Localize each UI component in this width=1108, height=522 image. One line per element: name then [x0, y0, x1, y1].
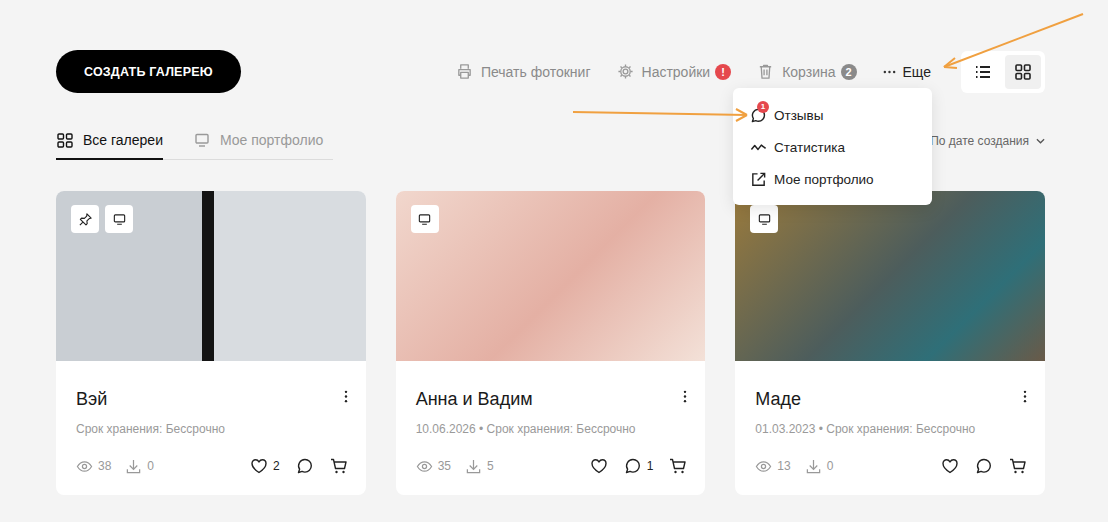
eye-icon	[76, 458, 93, 475]
cart-button[interactable]	[1009, 457, 1027, 475]
downloads-stat: 0	[125, 458, 154, 475]
tabs: Все галереи Мое портфолио	[56, 131, 333, 160]
chat-icon	[624, 457, 642, 475]
gallery-card[interactable]: Анна и Вадим 10.06.2026 • Срок хранения: …	[396, 191, 706, 495]
menu-item[interactable]: 1Отзывы	[733, 99, 932, 131]
portfolio-badge	[105, 205, 133, 233]
gallery-meta: 10.06.2026 • Срок хранения: Бессрочно	[416, 421, 688, 437]
cart-icon	[330, 457, 348, 475]
toolbar-badge: 2	[841, 64, 857, 80]
gallery-grid: Вэй Срок хранения: Бессрочно 38 0 2 Анна и Ва…	[56, 191, 1045, 495]
more-button[interactable]: Еще	[883, 64, 932, 80]
download-icon	[125, 458, 142, 475]
gallery-title: Маде	[755, 388, 801, 410]
monitor-icon	[757, 212, 772, 227]
header: СОЗДАТЬ ГАЛЕРЕЮ Печать фотокниг Настройки!…	[56, 50, 1045, 93]
more-menu: 1ОтзывыСтатистикаМое портфолио	[733, 88, 932, 205]
dots-icon	[883, 70, 896, 74]
comments-button[interactable]: 1	[624, 457, 654, 475]
menu-badge: 1	[757, 101, 769, 113]
create-gallery-button[interactable]: СОЗДАТЬ ГАЛЕРЕЮ	[56, 50, 241, 93]
grid-icon	[1014, 63, 1032, 81]
heart-icon	[590, 457, 608, 475]
views-stat: 13	[755, 458, 790, 475]
tab[interactable]: Мое портфолио	[193, 131, 323, 160]
cart-button[interactable]	[330, 457, 348, 475]
gallery-cover	[396, 191, 706, 361]
download-icon	[805, 458, 822, 475]
gallery-meta: 01.03.2023 • Срок хранения: Бессрочно	[755, 421, 1027, 437]
portfolio-badge	[411, 205, 439, 233]
tab[interactable]: Все галереи	[56, 131, 163, 160]
comments-button[interactable]	[296, 457, 314, 475]
cart-icon	[1009, 457, 1027, 475]
pin-icon	[78, 212, 93, 227]
toolbar-item[interactable]: Корзина2	[757, 63, 856, 80]
portfolio-badge	[750, 205, 778, 233]
eye-icon	[416, 458, 433, 475]
chat-icon	[975, 457, 993, 475]
likes-button[interactable]: 2	[250, 457, 280, 475]
gallery-cover	[735, 191, 1045, 361]
pin-badge	[71, 205, 99, 233]
chevron-down-icon	[1036, 138, 1045, 144]
kebab-menu-icon[interactable]	[1023, 390, 1027, 403]
views-stat: 38	[76, 458, 111, 475]
downloads-stat: 5	[465, 458, 494, 475]
toolbar-item[interactable]: Печать фотокниг	[456, 63, 591, 80]
view-toggle	[961, 51, 1045, 93]
stats-icon	[750, 139, 767, 156]
chat-icon	[296, 457, 314, 475]
menu-item[interactable]: Статистика	[733, 131, 932, 163]
download-icon	[465, 458, 482, 475]
eye-icon	[755, 458, 772, 475]
printer-icon	[456, 63, 473, 80]
monitor-icon	[112, 212, 127, 227]
view-button[interactable]	[1005, 55, 1041, 89]
cart-icon	[669, 457, 687, 475]
sort-dropdown[interactable]: По дате создания	[930, 131, 1045, 148]
gallery-title: Вэй	[76, 388, 107, 410]
external-link-icon	[750, 171, 767, 188]
views-stat: 35	[416, 458, 451, 475]
gear-icon	[617, 63, 634, 80]
menu-item[interactable]: Мое портфолио	[733, 163, 932, 195]
monitor-icon	[417, 212, 432, 227]
monitor-icon	[193, 131, 211, 149]
gallery-title: Анна и Вадим	[416, 388, 533, 410]
comments-button[interactable]	[975, 457, 993, 475]
toolbar-item[interactable]: Настройки!	[617, 63, 732, 80]
kebab-menu-icon[interactable]	[683, 390, 687, 403]
toolbar-badge: !	[715, 64, 731, 80]
gallery-card[interactable]: Маде 01.03.2023 • Срок хранения: Бессрочн…	[735, 191, 1045, 495]
galleries-page: СОЗДАТЬ ГАЛЕРЕЮ Печать фотокниг Настройки!…	[0, 0, 1108, 522]
grid-icon	[56, 131, 74, 149]
kebab-menu-icon[interactable]	[344, 390, 348, 403]
gallery-card[interactable]: Вэй Срок хранения: Бессрочно 38 0 2	[56, 191, 366, 495]
view-button[interactable]	[965, 55, 1001, 89]
heart-icon	[250, 457, 268, 475]
trash-icon	[757, 63, 774, 80]
annotation-arrows	[0, 0, 1108, 522]
likes-button[interactable]	[590, 457, 608, 475]
gallery-cover	[56, 191, 366, 361]
heart-icon	[941, 457, 959, 475]
gallery-meta: Срок хранения: Бессрочно	[76, 421, 348, 437]
cart-button[interactable]	[669, 457, 687, 475]
likes-button[interactable]	[941, 457, 959, 475]
downloads-stat: 0	[805, 458, 834, 475]
list-icon	[974, 63, 992, 81]
toolbar: Печать фотокниг Настройки! Корзина2 Еще	[456, 51, 1045, 93]
